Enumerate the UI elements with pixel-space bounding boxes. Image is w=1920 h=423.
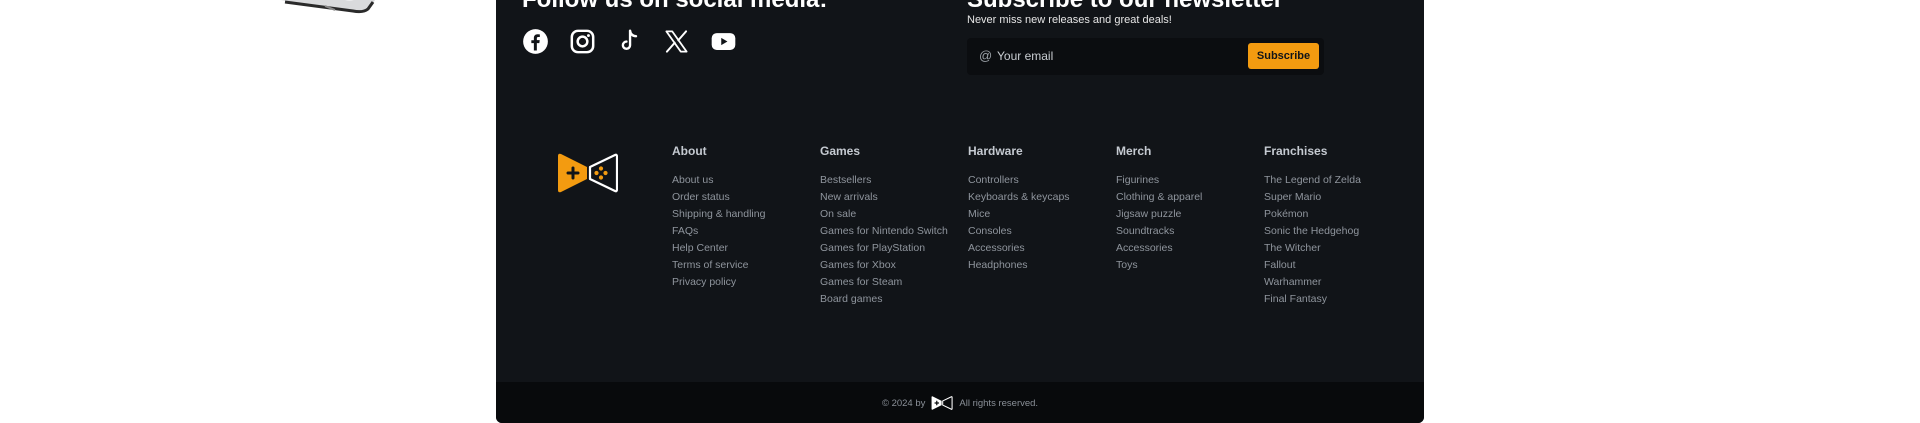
footer-column-games: Games Bestsellers New arrivals On sale G… (820, 144, 960, 308)
footer-link[interactable]: Games for Xbox (820, 257, 960, 274)
tiktok-icon[interactable] (616, 26, 643, 56)
footer-link[interactable]: The Legend of Zelda (1264, 172, 1404, 189)
brand-logo (558, 153, 618, 193)
link-list: Figurines Clothing & apparel Jigsaw puzz… (1116, 172, 1256, 274)
footer-bottom-bar: © 2024 by All rights reserved. (496, 382, 1424, 423)
footer-column-franchises: Franchises The Legend of Zelda Super Mar… (1264, 144, 1404, 308)
footer-link[interactable]: Accessories (968, 240, 1108, 257)
footer-link[interactable]: Clothing & apparel (1116, 189, 1256, 206)
footer-link[interactable]: Accessories (1116, 240, 1256, 257)
footer-link[interactable]: Pokémon (1264, 206, 1404, 223)
copyright-suffix: All rights reserved. (959, 397, 1039, 409)
footer-column-about: About About us Order status Shipping & h… (672, 144, 812, 291)
footer-link[interactable]: Sonic the Hedgehog (1264, 223, 1404, 240)
subscribe-button[interactable]: Subscribe (1248, 43, 1319, 69)
column-title: Hardware (968, 144, 1023, 158)
footer-link[interactable]: On sale (820, 206, 960, 223)
site-footer: Follow us on social media: Subscribe to … (496, 0, 1424, 423)
footer-column-hardware: Hardware Controllers Keyboards & keycaps… (968, 144, 1108, 274)
footer-link[interactable]: Final Fantasy (1264, 291, 1404, 308)
newsletter-form: @ Subscribe (967, 38, 1324, 75)
footer-link[interactable]: FAQs (672, 223, 812, 240)
product-image (280, 0, 375, 14)
footer-link[interactable]: Fallout (1264, 257, 1404, 274)
copyright: © 2024 by All rights reserved. (496, 395, 1424, 411)
column-title: Games (820, 144, 861, 158)
social-title: Follow us on social media: (522, 0, 827, 14)
footer-link[interactable]: Terms of service (672, 257, 812, 274)
youtube-icon[interactable] (710, 26, 737, 56)
footer-link[interactable]: Order status (672, 189, 812, 206)
link-list: Controllers Keyboards & keycaps Mice Con… (968, 172, 1108, 274)
link-list: Bestsellers New arrivals On sale Games f… (820, 172, 960, 308)
footer-link[interactable]: Figurines (1116, 172, 1256, 189)
facebook-icon[interactable] (522, 26, 549, 56)
x-icon[interactable] (663, 26, 690, 56)
social-icons (522, 26, 737, 56)
footer-link[interactable]: Toys (1116, 257, 1256, 274)
footer-link[interactable]: Warhammer (1264, 274, 1404, 291)
footer-link[interactable]: Soundtracks (1116, 223, 1256, 240)
instagram-icon[interactable] (569, 26, 596, 56)
footer-link[interactable]: Super Mario (1264, 189, 1404, 206)
newsletter-subtitle: Never miss new releases and great deals! (967, 14, 1172, 26)
at-icon: @ (979, 48, 993, 63)
footer-link[interactable]: Controllers (968, 172, 1108, 189)
copyright-prefix: © 2024 by (881, 397, 926, 409)
footer-link[interactable]: Jigsaw puzzle (1116, 206, 1256, 223)
footer-link[interactable]: Help Center (672, 240, 812, 257)
footer-link[interactable]: Mice (968, 206, 1108, 223)
newsletter-title: Subscribe to our newsletter (967, 0, 1283, 14)
footer-column-merch: Merch Figurines Clothing & apparel Jigsa… (1116, 144, 1256, 274)
small-logo-icon (931, 396, 953, 410)
column-title: Merch (1116, 144, 1152, 158)
footer-link[interactable]: New arrivals (820, 189, 960, 206)
link-list: The Legend of Zelda Super Mario Pokémon … (1264, 172, 1404, 308)
link-list: About us Order status Shipping & handlin… (672, 172, 812, 291)
page: Follow us on social media: Subscribe to … (0, 0, 1920, 423)
footer-link[interactable]: Headphones (968, 257, 1108, 274)
footer-link[interactable]: Games for PlayStation (820, 240, 960, 257)
column-title: Franchises (1264, 144, 1328, 158)
footer-link[interactable]: About us (672, 172, 812, 189)
footer-link[interactable]: Games for Nintendo Switch (820, 223, 960, 240)
footer-link[interactable]: Privacy policy (672, 274, 812, 291)
footer-link[interactable]: Consoles (968, 223, 1108, 240)
footer-link[interactable]: The Witcher (1264, 240, 1404, 257)
email-input[interactable] (997, 46, 1227, 66)
footer-link[interactable]: Keyboards & keycaps (968, 189, 1108, 206)
footer-link[interactable]: Bestsellers (820, 172, 960, 189)
footer-link[interactable]: Board games (820, 291, 960, 308)
footer-link[interactable]: Games for Steam (820, 274, 960, 291)
column-title: About (672, 144, 707, 158)
footer-link[interactable]: Shipping & handling (672, 206, 812, 223)
